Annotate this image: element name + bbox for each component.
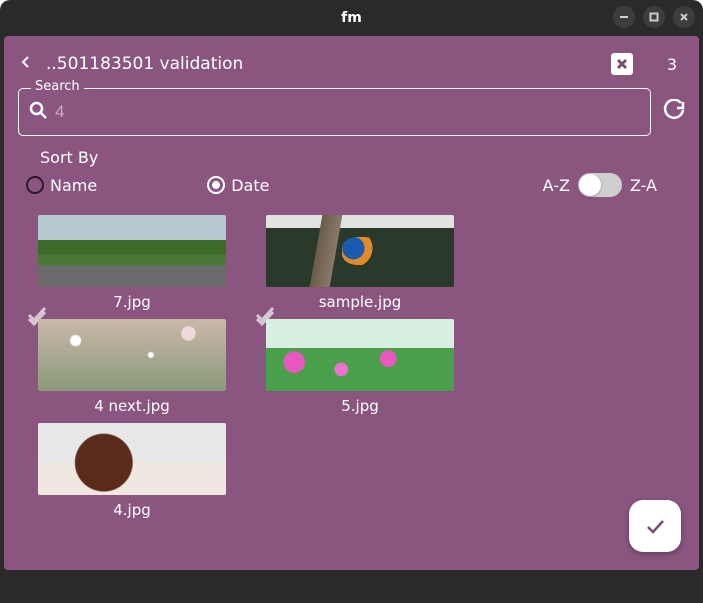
titlebar: fm	[0, 0, 703, 36]
minimize-button[interactable]	[613, 6, 635, 28]
search-icon	[29, 101, 47, 123]
breadcrumb-path: ..501183501 validation	[46, 54, 243, 74]
sort-label: Sort By	[40, 148, 677, 167]
app-outer: ..501183501 validation 3 Search Sort By …	[0, 36, 703, 603]
radio-circle-icon	[26, 176, 44, 194]
thumbnail	[266, 319, 454, 391]
desc-label: Z-A	[630, 176, 657, 195]
back-icon[interactable]	[18, 54, 34, 74]
file-item[interactable]: 4 next.jpg	[38, 319, 226, 415]
radio-circle-icon	[207, 176, 225, 194]
header: ..501183501 validation 3	[18, 44, 685, 84]
thumbnail	[38, 423, 226, 495]
sort-radio-date[interactable]: Date	[207, 176, 269, 195]
app-body: ..501183501 validation 3 Search Sort By …	[4, 36, 699, 570]
order-toggle: A-Z Z-A	[543, 173, 657, 197]
selected-count: 3	[667, 55, 677, 74]
search-input[interactable]	[55, 102, 640, 122]
file-item[interactable]: 5.jpg	[266, 319, 454, 415]
refresh-icon[interactable]	[663, 99, 685, 125]
confirm-fab[interactable]	[629, 500, 681, 552]
file-item[interactable]: 7.jpg	[38, 215, 226, 311]
thumbnail	[38, 215, 226, 287]
file-item[interactable]: 4.jpg	[38, 423, 226, 519]
file-item[interactable]: sample.jpg	[266, 215, 454, 311]
thumbnail	[38, 319, 226, 391]
radio-label: Name	[50, 176, 97, 195]
file-name: sample.jpg	[266, 293, 454, 311]
thumbnail	[266, 215, 454, 287]
sort-radio-name[interactable]: Name	[26, 176, 97, 195]
search-box[interactable]: Search	[18, 88, 651, 136]
search-label: Search	[31, 79, 84, 94]
search-row: Search	[18, 88, 685, 136]
maximize-button[interactable]	[643, 6, 665, 28]
radio-label: Date	[231, 176, 269, 195]
file-name: 4 next.jpg	[38, 397, 226, 415]
sort-section: Sort By Name Date A-Z Z-A	[26, 148, 677, 197]
window-title: fm	[341, 10, 362, 26]
sort-order-toggle[interactable]	[578, 173, 622, 197]
close-window-button[interactable]	[673, 6, 695, 28]
file-grid: 7.jpg sample.jpg 4 next.jpg 5.jpg 4.jpg	[38, 215, 669, 519]
sort-row: Name Date A-Z Z-A	[26, 173, 677, 197]
file-name: 5.jpg	[266, 397, 454, 415]
file-name: 4.jpg	[38, 501, 226, 519]
clear-selection-button[interactable]	[611, 53, 633, 75]
file-name: 7.jpg	[38, 293, 226, 311]
asc-label: A-Z	[543, 176, 570, 195]
toggle-thumb	[579, 174, 601, 196]
